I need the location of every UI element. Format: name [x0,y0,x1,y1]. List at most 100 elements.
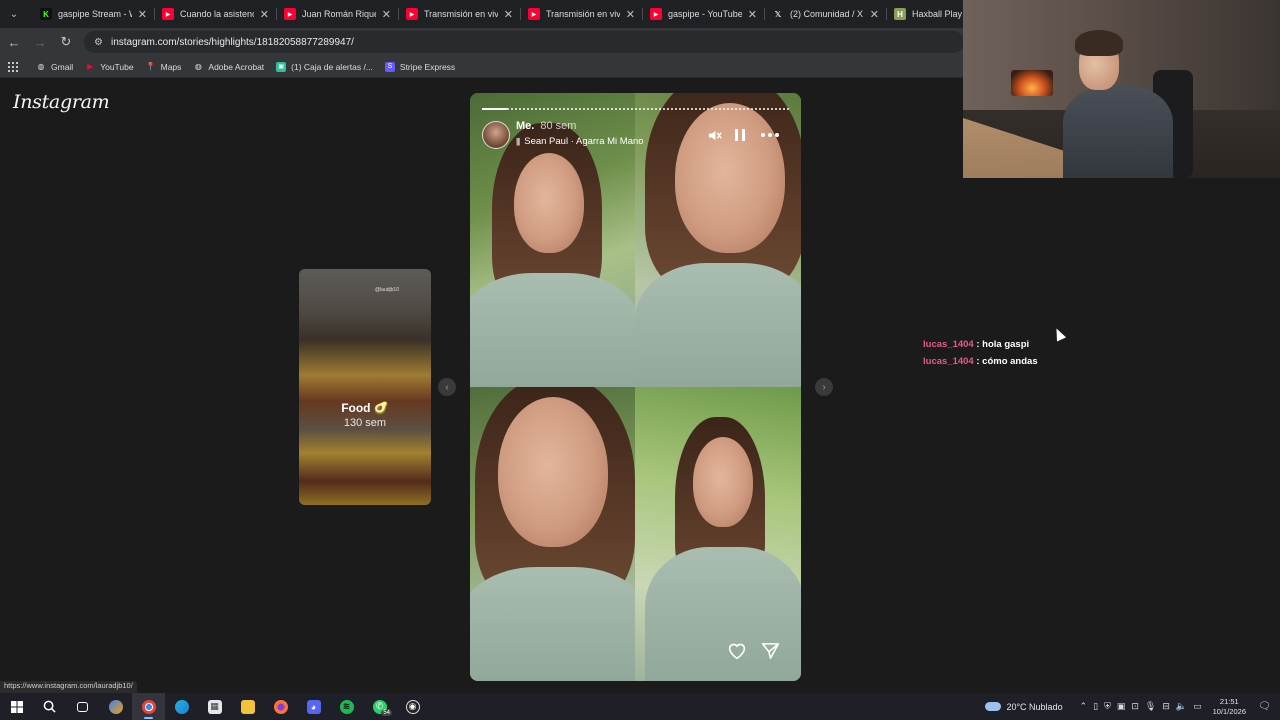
mute-button[interactable] [704,125,724,145]
chevron-down-icon: ⌄ [9,8,19,20]
screen-capture-icon[interactable]: ⊡ [1131,701,1139,712]
x-icon: 𝕏 [774,9,782,19]
start-button[interactable] [0,693,33,720]
bookmark-label: Gmail [51,61,74,72]
copilot-button[interactable] [99,693,132,720]
close-icon[interactable]: ✕ [626,8,635,21]
chat-username: lucas_1404 [923,339,974,350]
chat-message: lucas_1404 : cómo andas [923,353,1038,370]
chevron-right-icon: › [822,381,826,393]
shield-icon[interactable]: ⛨ [1104,701,1111,712]
bookmark-label: Maps [160,61,182,72]
bookmark-maps[interactable]: 📍 Maps [146,62,182,72]
explorer-taskbar-button[interactable] [231,693,264,720]
weather-text: 20°C Nublado [1006,701,1063,712]
tab-search-button[interactable]: ⌄ [2,2,26,26]
obs-taskbar-button[interactable]: ◉ [396,693,429,720]
tab-title: Transmisión en vivo d [424,9,498,19]
previous-story-button[interactable]: ‹ [438,378,456,396]
tab-title: Cuando la asistencia [180,9,254,19]
tab[interactable]: 𝕏 (2) Comunidad / X ✕ [764,0,886,28]
close-icon[interactable]: ✕ [382,8,391,21]
spotify-taskbar-button[interactable]: ≋ [330,693,363,720]
instagram-logo[interactable]: Instagram [13,91,110,113]
back-button[interactable]: ← [2,30,26,54]
tab-title: gaspipe - YouTube [668,9,742,19]
clock-date: 10/1/2026 [1212,706,1246,716]
apps-grid-icon[interactable] [8,61,18,72]
youtube-icon: ▶ [284,8,296,20]
tab[interactable]: K gaspipe Stream - Wa ✕ [32,0,154,28]
story-username[interactable]: Me. [516,120,534,132]
bookmark-youtube[interactable]: ▶ YouTube [85,62,133,72]
bookmark-label: Adobe Acrobat [208,61,265,72]
store-taskbar-button[interactable]: ▦ [198,693,231,720]
chevron-up-icon[interactable]: ⌃ [1080,701,1088,712]
forward-button[interactable]: → [28,30,52,54]
close-icon[interactable]: ✕ [748,8,757,21]
youtube-icon: ▶ [87,62,94,71]
alerts-icon: ▣ [276,61,287,72]
task-view-button[interactable] [66,693,99,720]
bookmark-stripe-express[interactable]: S Stripe Express [384,61,456,72]
bookmark-gmail[interactable]: ◍ Gmail [36,61,74,72]
camera-icon[interactable]: ⊟ [1162,701,1170,712]
bookmark-alerts[interactable]: ▣ (1) Caja de alertas /... [276,61,373,72]
whatsapp-taskbar-button[interactable]: ✆ 54 [363,693,396,720]
tab[interactable]: ▶ Transmisión en vivo d ✕ [398,0,520,28]
weather-widget[interactable]: 20°C Nublado [985,701,1063,712]
edge-icon [174,699,189,714]
tab[interactable]: ▶ gaspipe - YouTube ✕ [642,0,764,28]
clock[interactable]: 21:51 10/1/2026 [1213,697,1246,717]
youtube-icon: ▶ [650,8,662,20]
music-label: Sean Paul · Agarra Mi Mano [524,136,644,147]
highlight-preview[interactable]: @laudjb10 Food 🥑 130 sem [299,269,431,505]
usb-icon[interactable]: ▯ [1093,701,1098,712]
cloud-icon [985,702,1002,711]
app-tray-icon[interactable]: ▣ [1117,701,1126,712]
chat-message: lucas_1404 : hola gaspi [923,336,1038,353]
kick-icon: K [40,8,52,20]
microphone-icon[interactable]: 🎙 [1145,701,1156,712]
bookmark-label: Stripe Express [399,61,456,72]
pause-button[interactable] [730,125,750,145]
discord-icon: ◕ [306,699,321,714]
discord-taskbar-button[interactable]: ◕ [297,693,330,720]
youtube-icon: ▶ [162,8,174,20]
close-icon[interactable]: ✕ [504,8,513,21]
site-settings-icon[interactable]: ⚙ [94,37,103,48]
search-button[interactable] [33,693,66,720]
firefox-taskbar-button[interactable] [264,693,297,720]
edge-taskbar-button[interactable] [165,693,198,720]
address-bar[interactable]: ⚙ instagram.com/stories/highlights/18182… [84,31,964,53]
tab[interactable]: ▶ Cuando la asistencia ✕ [154,0,276,28]
story-viewer[interactable]: Me. 80 sem ||| Sean Paul · Agarra Mi Mano [470,93,801,681]
reload-icon: ↻ [60,34,72,49]
close-icon[interactable]: ✕ [138,8,147,21]
reload-button[interactable]: ↻ [54,30,78,54]
avatar[interactable] [482,121,510,149]
close-icon[interactable]: ✕ [870,8,879,21]
bookmark-adobe-acrobat[interactable]: ◍ Adobe Acrobat [193,62,264,72]
copilot-icon [108,699,123,714]
pause-icon [735,129,745,141]
chrome-taskbar-button[interactable] [132,693,165,720]
preview-title: Food 🥑 [341,401,389,415]
next-story-button[interactable]: › [815,378,833,396]
spotify-icon: ≋ [339,699,354,714]
tab[interactable]: ▶ Transmisión en vivo d ✕ [520,0,642,28]
share-button[interactable] [758,639,782,663]
close-icon[interactable]: ✕ [260,8,269,21]
network-icon[interactable]: ▭ [1193,701,1202,712]
like-button[interactable] [725,639,749,663]
story-music[interactable]: ||| Sean Paul · Agarra Mi Mano [516,136,644,147]
notification-icon[interactable]: 🗨 [1258,701,1272,712]
tab[interactable]: ▶ Juan Román Riquelme ✕ [276,0,398,28]
speaker-icon[interactable]: 🔈 [1176,701,1187,712]
more-options-button[interactable] [760,125,780,145]
tab-title: (2) Comunidad / X [790,9,864,19]
more-horizontal-icon [761,133,779,137]
chat-username: lucas_1404 [923,356,974,367]
youtube-icon: ▶ [528,8,540,20]
webcam-overlay [963,0,1280,178]
